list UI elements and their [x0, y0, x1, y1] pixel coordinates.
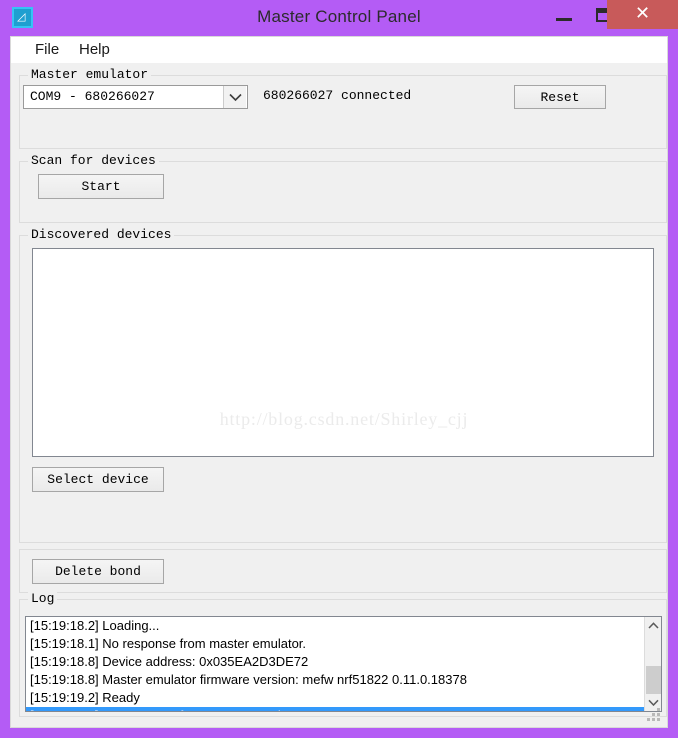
- menu-item-help[interactable]: Help: [73, 41, 116, 58]
- log-scrollbar[interactable]: [644, 617, 661, 711]
- chevron-down-glyph: [229, 93, 242, 102]
- discovered-devices-legend: Discovered devices: [28, 227, 175, 242]
- log-row[interactable]: [15:19:19.2] Ready: [26, 689, 645, 707]
- log-row[interactable]: [15:19:20.2] No response from master emu…: [26, 707, 645, 711]
- grip-dot: [652, 713, 655, 716]
- chevron-up-icon[interactable]: [645, 617, 661, 634]
- minimize-icon: [556, 18, 572, 21]
- log-row[interactable]: [15:19:18.8] Device address: 0x035EA2D3D…: [26, 653, 645, 671]
- reset-button[interactable]: Reset: [514, 85, 606, 109]
- delete-bond-button[interactable]: Delete bond: [32, 559, 164, 584]
- close-button[interactable]: ✕: [607, 0, 678, 29]
- menu-item-file[interactable]: File: [29, 41, 65, 58]
- chevron-down-glyph: [647, 699, 659, 706]
- log-rows-container: [15:19:18.2] Loading... [15:19:18.1] No r…: [26, 617, 645, 711]
- scan-for-devices-legend: Scan for devices: [28, 153, 159, 168]
- minimize-button[interactable]: [545, 0, 585, 29]
- log-list[interactable]: [15:19:18.2] Loading... [15:19:18.1] No r…: [25, 616, 662, 712]
- grip-dot: [657, 713, 660, 716]
- scrollbar-thumb[interactable]: [646, 666, 661, 694]
- select-device-button[interactable]: Select device: [32, 467, 164, 492]
- discovered-devices-group: Discovered devices http://blog.csdn.net/…: [19, 227, 667, 543]
- connection-status-text: 680266027 connected: [263, 88, 412, 103]
- com-port-value: COM9 - 680266027: [30, 89, 155, 104]
- application-window: ◿ Master Control Panel ✕ File Help Maste…: [0, 0, 678, 738]
- resize-grip-icon[interactable]: [647, 708, 662, 723]
- grip-dot: [647, 718, 650, 721]
- log-row[interactable]: [15:19:18.8] Master emulator firmware ve…: [26, 671, 645, 689]
- title-bar: ◿ Master Control Panel ✕: [0, 0, 678, 36]
- watermark-text: http://blog.csdn.net/Shirley_cjj: [219, 409, 469, 429]
- chevron-down-icon[interactable]: [223, 86, 246, 108]
- discovered-devices-list[interactable]: http://blog.csdn.net/Shirley_cjj: [32, 248, 654, 457]
- menu-bar: File Help: [11, 37, 667, 63]
- log-legend: Log: [28, 591, 58, 606]
- grip-dot: [657, 708, 660, 711]
- com-port-select[interactable]: COM9 - 680266027: [23, 85, 248, 109]
- grip-dot: [652, 718, 655, 721]
- client-area: File Help Master emulator COM9 - 6802660…: [10, 36, 668, 728]
- scan-for-devices-group: Scan for devices Start: [19, 153, 667, 223]
- master-emulator-legend: Master emulator: [28, 67, 152, 82]
- close-icon: ✕: [634, 3, 651, 23]
- log-row[interactable]: [15:19:18.1] No response from master emu…: [26, 635, 645, 653]
- log-row[interactable]: [15:19:18.2] Loading...: [26, 617, 645, 635]
- delete-bond-group: Delete bond: [19, 549, 667, 593]
- log-group: Log [15:19:18.2] Loading... [15:19:18.1] …: [19, 591, 667, 717]
- start-scan-button[interactable]: Start: [38, 174, 164, 199]
- chevron-up-glyph: [647, 622, 659, 629]
- grip-dot: [657, 718, 660, 721]
